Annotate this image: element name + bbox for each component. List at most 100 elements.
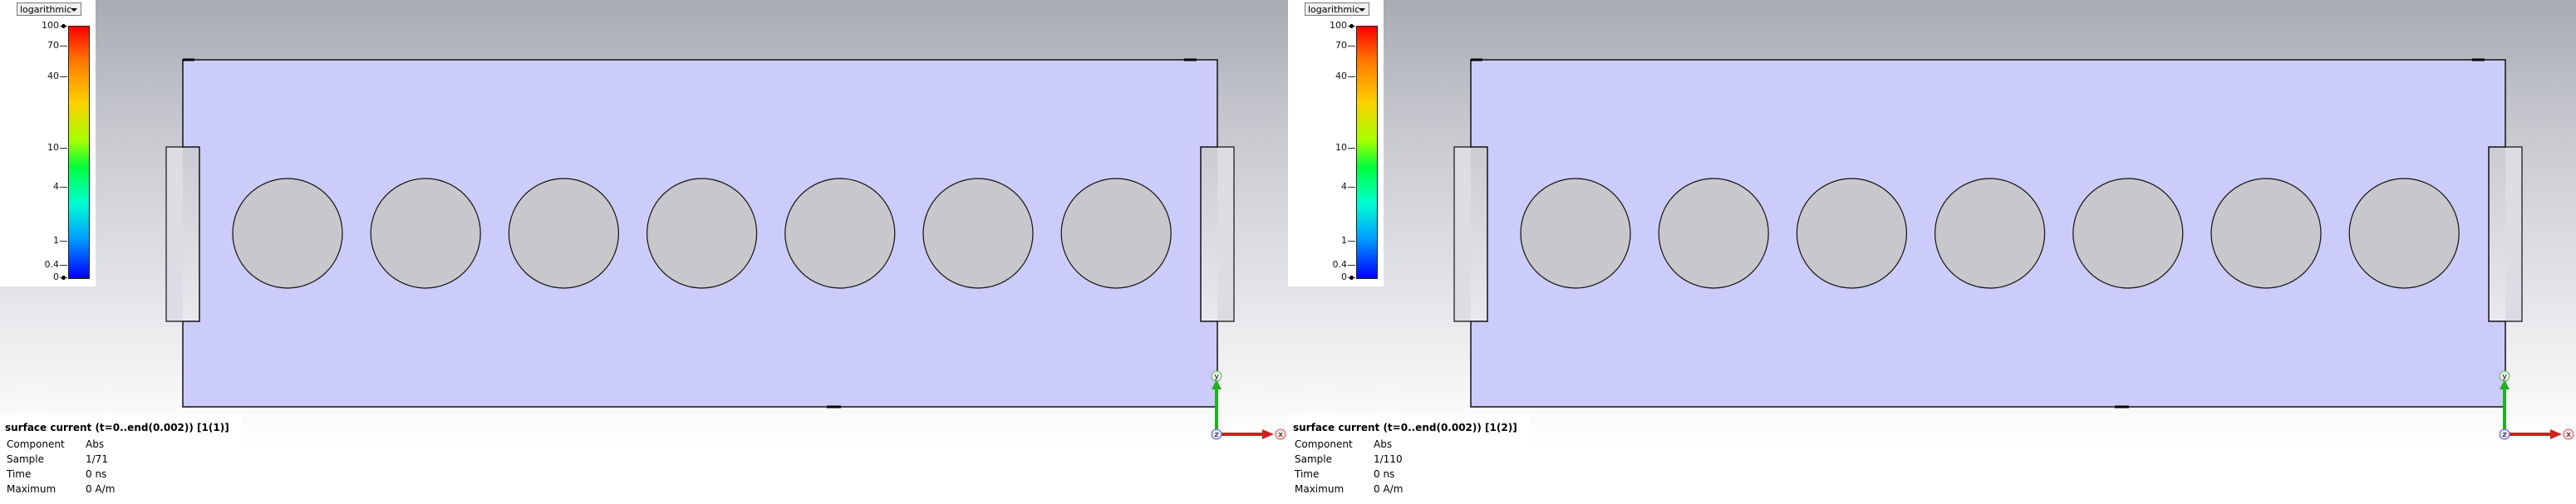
hole [2072, 178, 2184, 289]
tick-label: 0.4 [44, 258, 60, 270]
max-marker-icon [1349, 24, 1354, 28]
tick-label: 1 [1341, 235, 1347, 247]
result-info-panel: surface current (t=0..end(0.002)) [1(2)]… [1288, 415, 1529, 504]
model-plate[interactable] [1453, 58, 2534, 417]
tick-label: 0 [1341, 272, 1347, 282]
colorbar [68, 26, 90, 279]
tick-mark [60, 241, 67, 242]
info-value: 0 ns [86, 468, 107, 480]
hole [2348, 178, 2460, 289]
tick-mark [1348, 264, 1355, 266]
tick-label: 0 [53, 272, 59, 282]
hole [1796, 178, 1907, 289]
z-axis-label: z [2499, 428, 2510, 440]
x-axis-label: x [1275, 428, 1286, 440]
scale-dropdown[interactable]: logarithmic [1305, 2, 1369, 16]
info-value: 1/110 [1374, 453, 1403, 465]
tick-label: 100 [1330, 20, 1347, 31]
info-key: Time [7, 468, 32, 480]
x-axis-label: x [2563, 428, 2574, 440]
info-key: Sample [7, 453, 44, 465]
side-tab-left [165, 146, 183, 322]
info-row-sample: Sample 1/110 [1295, 453, 1527, 468]
hole [1658, 178, 1769, 289]
tick-mark [1348, 186, 1355, 188]
axes-icon: y x z [1211, 370, 1286, 440]
tick-label: 70 [47, 40, 59, 51]
max-marker-icon [61, 24, 66, 28]
tick-label: 0.4 [1332, 258, 1348, 270]
info-row-component: Component Abs [1295, 438, 1527, 453]
color-legend: logarithmic 100 70 40 10 4 1 0.4 0 [0, 0, 96, 286]
svg-text:x: x [1278, 431, 1283, 439]
hole [508, 178, 619, 289]
min-marker-icon [1349, 276, 1354, 280]
info-row-time: Time 0 ns [7, 468, 239, 483]
svg-text:y: y [1214, 373, 1219, 381]
tick-label: 1 [53, 235, 59, 247]
hole [1934, 178, 2046, 289]
hole [1060, 178, 1172, 289]
tick-mark [60, 76, 67, 77]
color-legend: logarithmic 100 70 40 10 4 1 0.4 0 [1288, 0, 1384, 286]
min-marker-icon [61, 276, 66, 280]
info-row-maximum: Maximum 0 A/m [1295, 483, 1527, 498]
tick-mark [60, 264, 67, 266]
colorbar [1356, 26, 1378, 279]
info-value: 1/71 [86, 453, 108, 465]
svg-text:x: x [2566, 431, 2571, 439]
tick-label: 4 [53, 180, 59, 192]
model-plate[interactable] [165, 58, 1246, 417]
tick-label: 40 [1335, 70, 1347, 81]
info-key: Component [7, 438, 65, 450]
side-tab-left [1453, 146, 1471, 322]
tick-label: 4 [1341, 180, 1347, 192]
hole [646, 178, 758, 289]
result-title: surface current (t=0..end(0.002)) [1(2)] [1293, 422, 1517, 433]
svg-text:y: y [2502, 373, 2507, 381]
hole [2210, 178, 2322, 289]
tick-mark [1348, 147, 1355, 149]
info-value: 0 A/m [86, 483, 116, 495]
info-value: 0 A/m [1374, 483, 1404, 495]
x-axis-head [2550, 429, 2562, 439]
info-row-component: Component Abs [7, 438, 239, 453]
axis-triad[interactable]: y x z [2492, 369, 2575, 453]
hole [784, 178, 896, 289]
info-key: Maximum [1295, 483, 1345, 495]
info-key: Sample [1295, 453, 1332, 465]
tick-label: 100 [42, 20, 59, 31]
chevron-down-icon [1359, 8, 1365, 12]
info-key: Component [1295, 438, 1353, 450]
scale-dropdown[interactable]: logarithmic [17, 2, 81, 16]
result-info-panel: surface current (t=0..end(0.002)) [1(1)]… [0, 415, 241, 504]
hole [232, 178, 343, 289]
z-axis-label: z [1211, 428, 1222, 440]
axis-triad[interactable]: y x z [1204, 369, 1287, 453]
axes-icon: y x z [2499, 370, 2574, 440]
tick-mark [60, 147, 67, 149]
tick-mark [1348, 76, 1355, 77]
tick-label: 10 [1335, 141, 1347, 153]
info-value: 0 ns [1374, 468, 1395, 480]
svg-text:z: z [1215, 431, 1219, 439]
result-title: surface current (t=0..end(0.002)) [1(1)] [5, 422, 229, 433]
tick-mark [60, 186, 67, 188]
info-value: Abs [1374, 438, 1393, 450]
hole [370, 178, 481, 289]
info-row-sample: Sample 1/71 [7, 453, 239, 468]
viewport-2[interactable]: logarithmic 100 70 40 10 4 1 0.4 0 y x z surface … [1288, 0, 2576, 504]
tick-label: 40 [47, 70, 59, 81]
viewport-1[interactable]: logarithmic 100 70 40 10 4 1 0.4 0 y x z surface … [0, 0, 1288, 504]
info-value: Abs [86, 438, 105, 450]
svg-text:z: z [2503, 431, 2507, 439]
scale-dropdown-value: logarithmic [20, 4, 72, 15]
tick-label: 10 [47, 141, 59, 153]
info-key: Maximum [7, 483, 57, 495]
side-tab-right [1217, 146, 1235, 322]
info-row-maximum: Maximum 0 A/m [7, 483, 239, 498]
side-tab-right [2505, 146, 2523, 322]
y-axis-label: y [2499, 370, 2510, 382]
chevron-down-icon [71, 8, 77, 12]
x-axis-head [1262, 429, 1274, 439]
